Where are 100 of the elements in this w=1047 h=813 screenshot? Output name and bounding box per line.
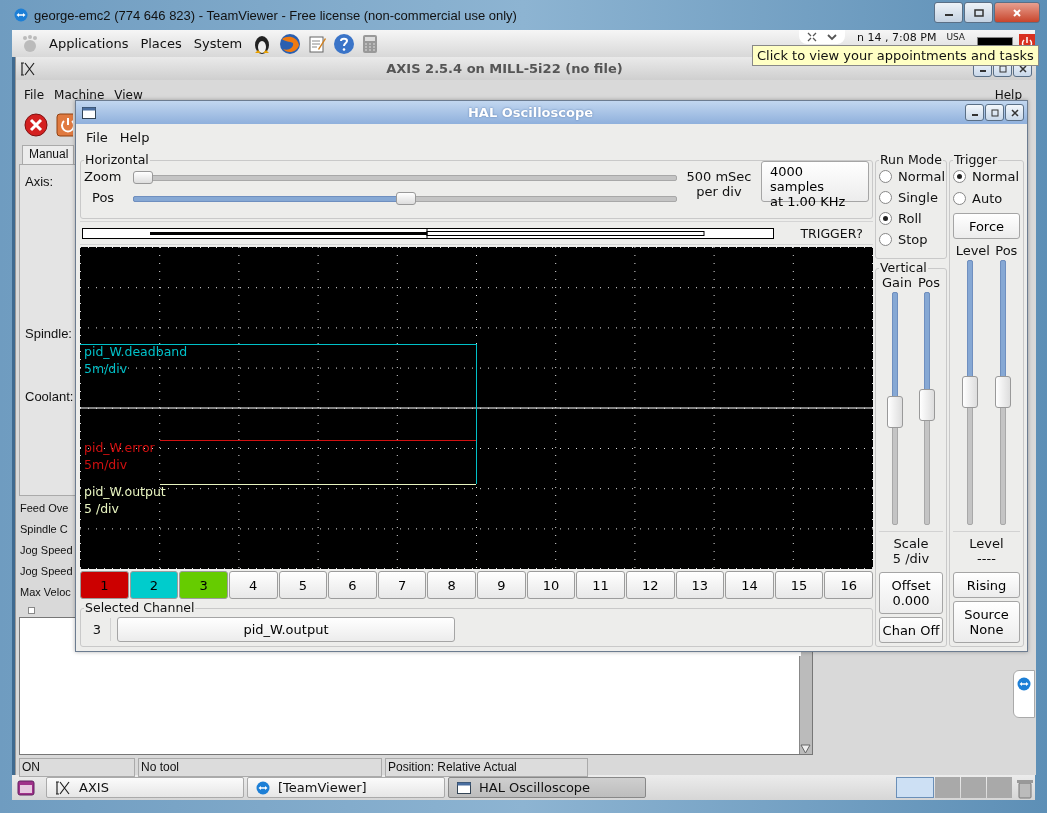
trigger-status: TRIGGER? [799,225,864,241]
slider-thumb[interactable] [961,375,978,408]
channel-button[interactable]: 13 [675,571,725,599]
keyboard-layout[interactable]: USA [946,32,965,43]
teamviewer-tab[interactable] [1013,670,1035,718]
radio-button[interactable] [879,233,892,246]
clock[interactable]: n 14 , 7:08 PM [857,31,937,44]
axis-logo-icon [55,780,71,795]
radio-button[interactable] [879,170,892,183]
channel-number: 3 [84,617,111,641]
slider-thumb[interactable] [133,170,153,184]
radio-button[interactable] [879,212,892,225]
slider[interactable] [133,191,677,204]
channel-button[interactable]: 15 [774,571,824,599]
slider[interactable] [887,292,903,525]
slider-label: Feed Ove [20,502,69,516]
close-button[interactable] [1005,104,1024,121]
close-icon [1012,8,1022,17]
menu-item[interactable]: File [24,88,45,102]
slider[interactable] [133,170,677,183]
edge-button[interactable]: Rising [953,572,1020,598]
radio-button[interactable] [953,170,966,183]
channel-button[interactable]: 16 [824,571,873,599]
radio-label[interactable]: Normal [972,169,1020,184]
resize-handle[interactable] [28,607,35,614]
signal-button[interactable]: pid_W.output [117,616,455,642]
source-button[interactable]: Source None [953,601,1020,643]
force-button[interactable]: Force [953,213,1020,239]
slider-thumb[interactable] [919,389,935,422]
trace-scale: 5m/div [84,456,128,473]
radio-label[interactable]: Normal [898,169,946,184]
menu-item[interactable]: Help [994,88,1022,102]
scroll-down-icon[interactable] [800,744,811,754]
power-icon[interactable] [56,113,73,137]
radio-button[interactable] [953,192,966,205]
taskbar-button[interactable]: AXIS [46,777,244,798]
notepad-icon[interactable] [307,33,328,54]
channel-button[interactable]: 4 [228,571,278,599]
globe-icon[interactable] [279,32,302,55]
slider[interactable] [961,260,978,525]
channel-button[interactable]: 1 [80,571,129,599]
channel-button[interactable]: 14 [725,571,774,599]
channel-button[interactable]: 2 [129,571,179,599]
taskbar-button[interactable]: HAL Oscilloscope [448,777,646,798]
minimize-button[interactable] [965,104,984,121]
slider[interactable] [995,260,1012,525]
channel-button[interactable]: 8 [427,571,476,599]
radio-label[interactable]: Stop [898,232,928,247]
menu-item[interactable]: Machine [54,88,105,102]
workspace-switcher[interactable] [896,777,1012,798]
window-icon [82,106,96,119]
taskbar-button[interactable]: [TeamViewer] [247,777,445,798]
channel-button[interactable]: 6 [328,571,377,599]
slider-label: Max Veloc [20,586,71,600]
channel-button[interactable]: 3 [179,571,228,599]
minimize-button[interactable] [934,2,963,23]
slider-label: Pos [917,275,940,290]
help-icon[interactable] [333,32,356,55]
close-icon [1018,64,1027,73]
menu-item[interactable]: Help [119,129,150,145]
menu-item[interactable]: File [86,129,108,145]
radio-label[interactable]: Single [898,190,938,205]
teamviewer-icon [256,780,270,795]
channel-off-button[interactable]: Chan Off [879,617,943,643]
tooltip: Click to view your appointments and tasks [752,45,1039,66]
slider-thumb[interactable] [995,375,1012,408]
notification-tab[interactable] [799,30,846,44]
slider-thumb[interactable] [396,191,416,205]
channel-button[interactable]: 9 [477,571,526,599]
group-title: Horizontal [84,153,150,167]
field-label: Spindle: [25,326,72,341]
channel-button[interactable]: 7 [377,571,427,599]
slider-label: Jog Speed [20,565,73,579]
panel-menu[interactable]: System [190,36,246,51]
radio-button[interactable] [879,191,892,204]
channel-button[interactable]: 11 [576,571,625,599]
stop-icon[interactable] [24,113,48,137]
axis-logo-icon [20,61,36,76]
channel-button[interactable]: 10 [526,571,576,599]
channel-button[interactable]: 12 [625,571,675,599]
radio-label[interactable]: Auto [972,191,1003,206]
tab[interactable]: Manual [22,145,74,164]
trace-name: pid_W.deadband [84,343,188,360]
scrollbar[interactable] [799,656,812,754]
offset-button[interactable]: Offset 0.000 [879,572,943,614]
maximize-button[interactable] [985,104,1004,121]
maximize-button[interactable] [964,2,993,23]
panel-menu[interactable]: Places [137,36,185,51]
maximize-icon [990,108,999,117]
scale-text: Scale 5 /div [879,531,943,569]
slider-thumb[interactable] [887,395,903,428]
panel-menu[interactable]: Applications [46,36,132,51]
slider-label: Gain [882,275,912,290]
menu-item[interactable]: View [114,88,143,102]
radio-label[interactable]: Roll [898,211,922,226]
channel-button[interactable]: 5 [278,571,328,599]
show-desktop-icon[interactable] [17,778,35,797]
calculator-icon[interactable] [361,33,380,54]
slider-label: Zoom [84,169,123,184]
slider[interactable] [919,292,935,525]
